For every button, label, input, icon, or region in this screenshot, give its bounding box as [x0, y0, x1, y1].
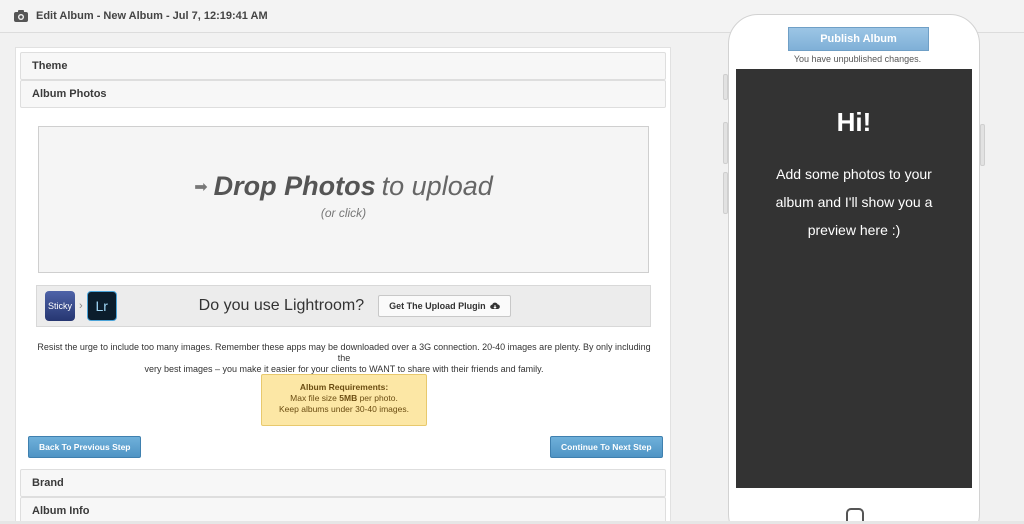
section-album-photos-header[interactable]: Album Photos	[20, 80, 666, 108]
lightroom-app-icon: Lr	[86, 291, 117, 321]
camera-icon	[14, 10, 28, 22]
requirements-title: Album Requirements:	[299, 382, 389, 392]
requirements-line-1-post: per photo.	[357, 393, 398, 403]
arrow-right-icon: ➡	[194, 178, 208, 196]
lightroom-promo: Sticky › Lr Do you use Lightroom? Get Th…	[36, 285, 651, 327]
sticky-app-icon: Sticky	[45, 291, 75, 321]
dropzone-strong-text: Drop Photos	[213, 171, 376, 201]
lightroom-app-label: Lr	[95, 298, 108, 314]
advice-line-1: Resist the urge to include too many imag…	[37, 342, 651, 363]
dropzone-heading: ➡ Drop Photos to upload	[39, 171, 648, 202]
section-theme-header[interactable]: Theme	[20, 52, 666, 80]
section-album-photos-label: Album Photos	[32, 88, 107, 100]
requirements-line-1: Max file size 5MB per photo.	[262, 393, 426, 404]
requirements-max-size: 5MB	[339, 393, 358, 403]
get-upload-plugin-label: Get The Upload Plugin	[389, 301, 486, 311]
section-brand-header[interactable]: Brand	[20, 469, 666, 497]
preview-greeting: Hi!	[836, 107, 872, 137]
requirements-line-1-pre: Max file size	[290, 393, 340, 403]
sticky-app-label: Sticky	[47, 301, 72, 311]
section-theme-label: Theme	[32, 60, 68, 72]
publish-album-button[interactable]: Publish Album	[788, 27, 929, 51]
phone-volume-up	[723, 122, 728, 164]
dropzone-light-text: to upload	[381, 171, 493, 201]
requirements-line-2: Keep albums under 30-40 images.	[279, 404, 409, 414]
phone-preview-screen: Hi! Add some photos to your album and I'…	[736, 69, 972, 488]
dropzone-subtext: (or click)	[320, 206, 367, 220]
phone-side-button	[723, 74, 728, 100]
get-upload-plugin-button[interactable]: Get The Upload Plugin	[378, 295, 511, 317]
preview-message: Add some photos to your album and I'll s…	[775, 166, 933, 238]
continue-button[interactable]: Continue To Next Step	[550, 436, 663, 458]
section-album-info-label: Album Info	[32, 505, 90, 517]
cloud-download-icon	[489, 302, 500, 310]
lightroom-question: Do you use Lightroom?	[198, 297, 365, 314]
chevron-right-icon: ›	[79, 300, 83, 312]
section-brand-label: Brand	[32, 477, 64, 489]
phone-volume-down	[723, 172, 728, 214]
section-album-info-header[interactable]: Album Info	[20, 497, 666, 524]
unpublished-notice: You have unpublished changes.	[793, 54, 922, 64]
photo-dropzone[interactable]: ➡ Drop Photos to upload (or click)	[38, 126, 649, 273]
advice-text: Resist the urge to include too many imag…	[30, 342, 658, 375]
editor-panel: Theme Album Photos ➡ Drop Photos to uplo…	[15, 47, 671, 524]
page-title: Edit Album - New Album - Jul 7, 12:19:41…	[36, 10, 268, 22]
back-button[interactable]: Back To Previous Step	[28, 436, 142, 458]
phone-power-button	[980, 124, 985, 166]
album-requirements-box: Album Requirements: Max file size 5MB pe…	[261, 374, 427, 426]
